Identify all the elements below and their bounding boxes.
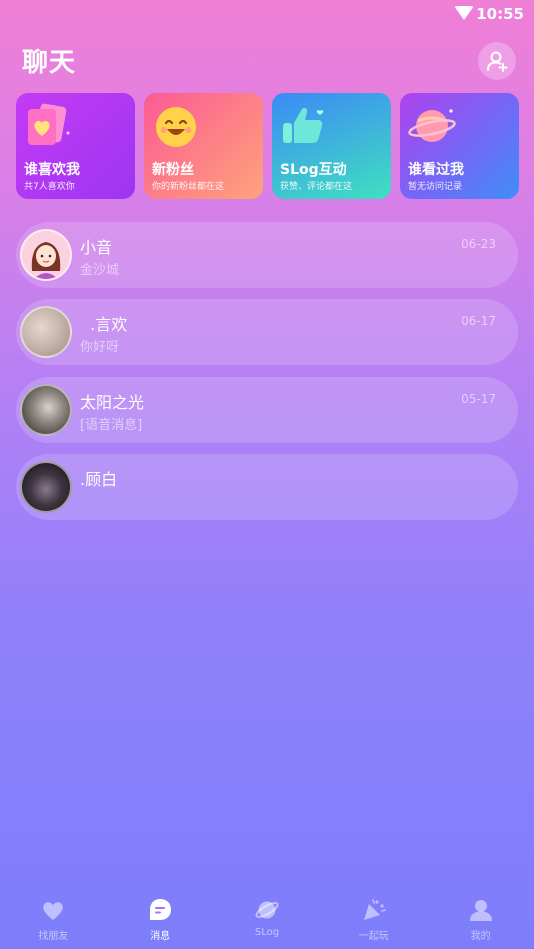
- smiley-icon: [156, 107, 196, 147]
- avatar: [20, 306, 72, 358]
- party-icon: [363, 899, 386, 920]
- add-user-icon: [487, 51, 508, 72]
- tab-label: 一起玩: [358, 931, 389, 942]
- tab-slog[interactable]: SLog: [214, 893, 321, 949]
- chat-time: 06-17: [461, 314, 496, 328]
- chat-preview: 金沙城: [80, 263, 120, 278]
- card-title: 谁喜欢我: [24, 162, 80, 178]
- avatar: [20, 384, 72, 436]
- tab-label: 找朋友: [38, 931, 69, 942]
- card-title: SLog互动: [280, 162, 347, 178]
- chat-name: .顾白: [80, 470, 118, 489]
- tab-play-together[interactable]: 一起玩: [320, 893, 427, 949]
- chat-preview: [语音消息]: [80, 418, 143, 433]
- chat-item[interactable]: 小音 金沙城 06-23: [16, 222, 518, 288]
- card-subtitle: 你的新粉丝都在这: [152, 182, 225, 192]
- chat-name: 太阳之光: [80, 393, 145, 412]
- chat-time: 06-23: [461, 237, 496, 251]
- avatar: [20, 229, 72, 281]
- add-friend-button[interactable]: [478, 42, 516, 80]
- card-title: 新粉丝: [152, 162, 194, 178]
- card-subtitle: 获赞、评论都在这: [280, 182, 353, 192]
- feature-cards: 谁喜欢我 共7人喜欢你 新粉丝 你的新粉丝都在这 SLog互动 获赞、评论都在这: [16, 93, 519, 199]
- avatar: [20, 461, 72, 513]
- tab-label: 我的: [470, 931, 491, 942]
- tab-mine[interactable]: 我的: [427, 893, 534, 949]
- card-title: 谁看过我: [408, 162, 464, 178]
- chat-name: .言欢: [80, 315, 128, 334]
- wifi-icon: [454, 6, 474, 20]
- chat-item[interactable]: 太阳之光 [语音消息] 05-17: [16, 377, 518, 443]
- tab-label: SLog: [254, 927, 280, 938]
- tab-label: 消息: [150, 931, 171, 942]
- status-bar: 10:55: [0, 0, 534, 30]
- planet-card-icon: [408, 109, 456, 142]
- bottom-tab-bar: 找朋友 消息 SLog 一起玩 我的: [0, 893, 534, 949]
- chat-name: 小音: [80, 238, 113, 257]
- card-slog-interaction[interactable]: SLog互动 获赞、评论都在这: [272, 93, 391, 199]
- planet-icon: [255, 901, 279, 919]
- card-new-fans[interactable]: 新粉丝 你的新粉丝都在这: [144, 93, 263, 199]
- heart-icon: [43, 902, 64, 920]
- page-title: 聊天: [22, 48, 77, 78]
- thumbs-up-icon: [283, 108, 324, 143]
- profile-icon: [469, 900, 492, 921]
- status-time: 10:55: [476, 5, 524, 23]
- chat-time: 05-17: [461, 392, 496, 406]
- tab-messages[interactable]: 消息: [107, 893, 214, 949]
- girl-avatar-icon: [22, 231, 70, 279]
- message-icon: [150, 899, 172, 920]
- card-subtitle: 共7人喜欢你: [24, 182, 75, 192]
- chat-item[interactable]: .顾白: [16, 454, 518, 520]
- heart-card-icon: [28, 103, 70, 145]
- card-subtitle: 暂无访问记录: [408, 182, 463, 192]
- chat-preview: 你好呀: [80, 340, 120, 355]
- chat-item[interactable]: .言欢 你好呀 06-17: [16, 299, 518, 365]
- tab-find-friends[interactable]: 找朋友: [0, 893, 107, 949]
- card-who-viewed-me[interactable]: 谁看过我 暂无访问记录: [400, 93, 519, 199]
- card-who-likes-me[interactable]: 谁喜欢我 共7人喜欢你: [16, 93, 135, 199]
